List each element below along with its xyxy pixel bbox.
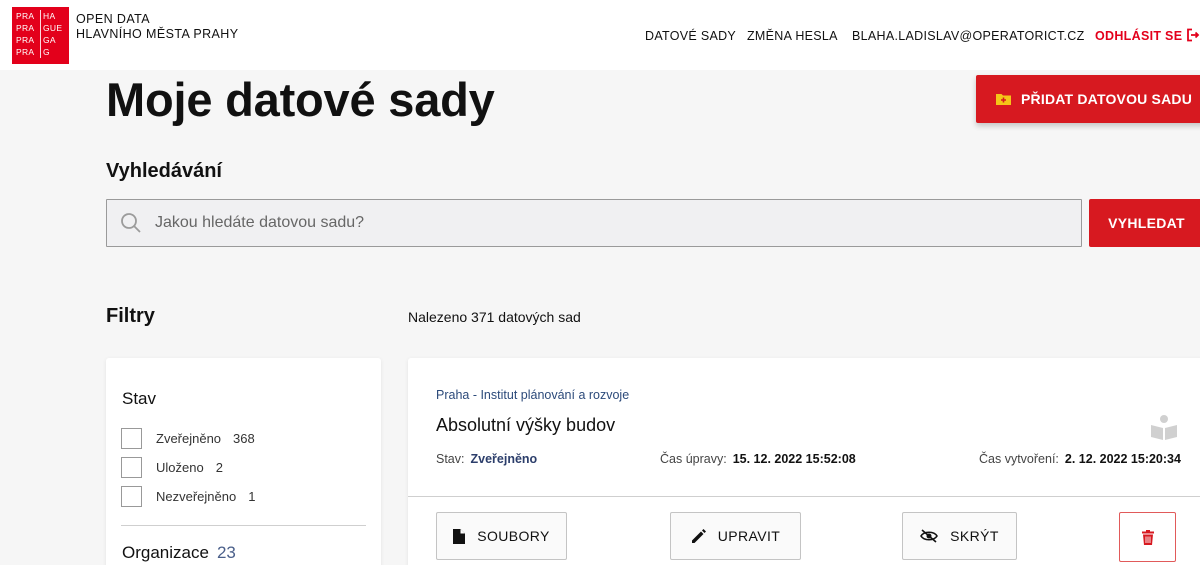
search-button[interactable]: VYHLEDAT [1089, 199, 1200, 247]
logo-row: PRA HA [16, 10, 56, 22]
status-label: Stav: [436, 452, 465, 466]
files-button[interactable]: SOUBORY [436, 512, 567, 560]
status-option-label: Nezveřejněno [156, 489, 237, 504]
dataset-status: Stav: Zveřejněno [436, 452, 537, 466]
nav-change-password-link[interactable]: ZMĚNA HESLA [747, 29, 838, 43]
files-button-label: SOUBORY [477, 528, 550, 544]
search-title: Vyhledávání [106, 160, 222, 182]
edit-button-label: UPRAVIT [717, 528, 781, 544]
organization-filter-label: Organizace [122, 543, 209, 562]
logo-row: PRA G [16, 46, 50, 58]
prague-logo[interactable]: PRA HA PRA GUE PRA GA PRA G [12, 7, 69, 64]
book-icon [1151, 415, 1177, 440]
status-checkbox[interactable] [121, 486, 142, 507]
user-email-link[interactable]: BLAHA.LADISLAV@OPERATORICT.CZ [852, 29, 1085, 43]
add-dataset-label: PŘIDAT DATOVOU SADU [1021, 91, 1193, 107]
modified-value: 15. 12. 2022 15:52:08 [732, 452, 856, 466]
logo-row: PRA GA [16, 34, 56, 46]
dataset-modified: Čas úpravy: 15. 12. 2022 15:52:08 [660, 452, 856, 466]
top-header: PRA HA PRA GUE PRA GA PRA G OPEN DATA HLAVNÍ… [0, 0, 1200, 70]
add-dataset-button[interactable]: PŘIDAT DATOVOU SADU [976, 75, 1200, 123]
modified-label: Čas úpravy: [660, 452, 727, 466]
status-checkbox[interactable] [121, 457, 142, 478]
nav-datasets-link[interactable]: DATOVÉ SADY [645, 29, 736, 43]
status-filter-option[interactable]: Zveřejněno 368 [121, 428, 255, 449]
dataset-title[interactable]: Absolutní výšky budov [436, 415, 615, 436]
status-option-count: 1 [248, 489, 256, 504]
hide-button[interactable]: SKRÝT [902, 512, 1017, 560]
pencil-icon [691, 528, 706, 543]
site-title[interactable]: OPEN DATA HLAVNÍHO MĚSTA PRAHY [76, 12, 238, 42]
results-count: Nalezeno 371 datových sad [408, 309, 581, 325]
status-filter-option[interactable]: Nezveřejněno 1 [121, 486, 255, 507]
created-label: Čas vytvoření: [979, 452, 1059, 466]
logout-icon[interactable] [1186, 28, 1200, 42]
page-title: Moje datové sady [106, 73, 495, 126]
created-value: 2. 12. 2022 15:20:34 [1064, 452, 1181, 466]
organization-count: 23 [216, 543, 236, 562]
status-option-label: Uloženo [156, 460, 204, 475]
filters-title: Filtry [106, 305, 155, 327]
dataset-created: Čas vytvoření: 2. 12. 2022 15:20:34 [979, 452, 1181, 466]
file-icon [453, 528, 466, 544]
status-option-count: 2 [215, 460, 223, 475]
search-icon [121, 213, 141, 233]
organization-filter-heading[interactable]: Organizace 23 [122, 543, 236, 563]
status-checkbox[interactable] [121, 428, 142, 449]
site-title-line1: OPEN DATA [76, 12, 150, 26]
site-title-line2: HLAVNÍHO MĚSTA PRAHY [76, 27, 239, 41]
folder-plus-icon [996, 94, 1011, 105]
dataset-card-body: Praha - Institut plánování a rozvoje Abs… [408, 358, 1200, 497]
hide-button-label: SKRÝT [950, 528, 999, 544]
edit-button[interactable]: UPRAVIT [670, 512, 801, 560]
eye-off-icon [920, 529, 939, 543]
filter-divider [121, 525, 366, 526]
delete-button[interactable] [1119, 512, 1176, 562]
status-option-count: 368 [233, 431, 255, 446]
search-box[interactable] [106, 199, 1082, 247]
dataset-publisher-link[interactable]: Praha - Institut plánování a rozvoje [436, 388, 629, 402]
dataset-card: Praha - Institut plánování a rozvoje Abs… [408, 358, 1200, 565]
logout-link[interactable]: ODHLÁSIT SE [1095, 29, 1182, 43]
search-input[interactable] [155, 200, 1055, 246]
status-value: Zveřejněno [470, 452, 538, 466]
trash-icon [1141, 529, 1154, 545]
status-filter-option[interactable]: Uloženo 2 [121, 457, 223, 478]
filter-panel: Stav Zveřejněno 368 Uloženo 2 Nezveřejně… [106, 358, 381, 565]
status-option-label: Zveřejněno [156, 431, 222, 446]
logo-row: PRA GUE [16, 22, 63, 34]
status-filter-heading: Stav [122, 389, 157, 408]
